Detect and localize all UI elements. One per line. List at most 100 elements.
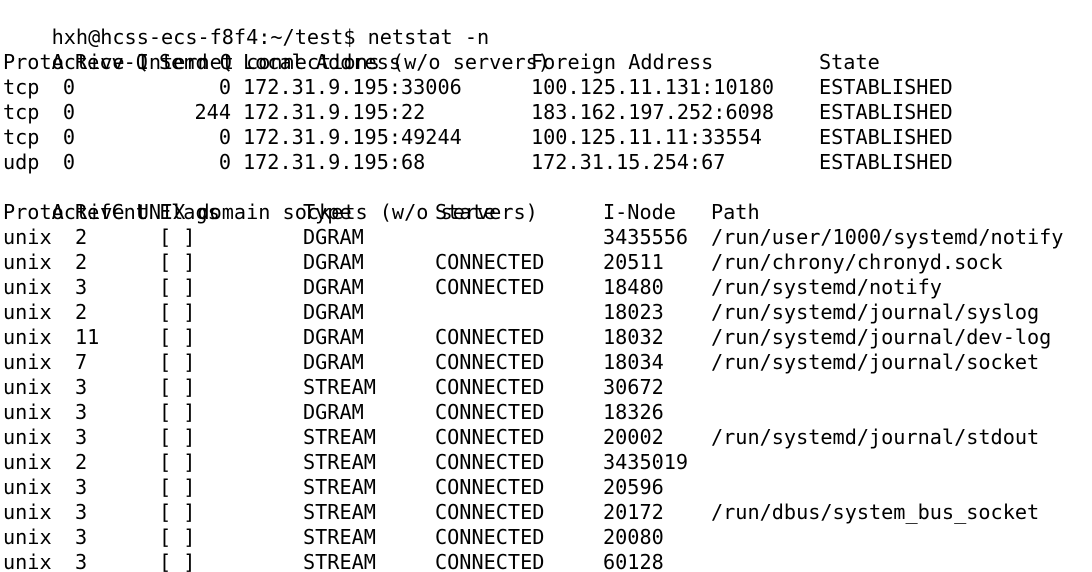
unix-socket-list: unix 2 [ ] DGRAM 3435556/run/user/1000/syste… <box>3 225 1092 572</box>
unix-proto-cell: unix <box>3 500 52 524</box>
unix-header-refcnt: RefCnt <box>75 200 148 224</box>
inet-header-proto: Proto <box>3 50 64 74</box>
unix-type-cell: STREAM <box>303 525 376 549</box>
inet-state-cell: ESTABLISHED <box>819 100 953 124</box>
unix-refcnt-cell: 7 <box>75 350 88 374</box>
unix-type-cell: STREAM <box>303 550 376 572</box>
unix-inode-cell: 20596 <box>603 475 664 499</box>
unix-proto-cell: unix <box>3 250 52 274</box>
unix-proto-cell: unix <box>3 525 52 549</box>
unix-socket-row: unix 2 [ ] DGRAM CONNECTED 20511/run/chrony/c… <box>3 250 1092 275</box>
terminal-window[interactable]: hxh@hcss-ecs-f8f4:~/test$ netstat -n Act… <box>0 0 1092 572</box>
unix-state-cell: CONNECTED <box>435 425 545 449</box>
unix-state-cell: CONNECTED <box>435 500 545 524</box>
unix-flags-cell: [ ] <box>159 275 196 299</box>
inet-local-address-cell: 172.31.9.195:33006 <box>243 75 462 99</box>
unix-socket-row: unix 3 [ ] DGRAM CONNECTED 18480/run/systemd/… <box>3 275 1092 300</box>
unix-socket-row: unix 3 [ ] STREAM CONNECTED 20080 <box>3 525 1092 550</box>
unix-inode-cell: 18032 <box>603 325 664 349</box>
unix-path-cell: /run/chrony/chronyd.sock <box>711 250 1003 274</box>
unix-flags-cell: [ ] <box>159 500 196 524</box>
unix-inode-cell: 20511 <box>603 250 664 274</box>
inet-local-address-cell: 172.31.9.195:22 <box>243 100 426 124</box>
unix-type-cell: DGRAM <box>303 300 364 324</box>
inet-connection-list: tcp 0 0 172.31.9.195:33006 100.125.11.131:10… <box>3 75 1092 175</box>
unix-state-cell: CONNECTED <box>435 375 545 399</box>
unix-state-cell: CONNECTED <box>435 525 545 549</box>
unix-flags-cell: [ ] <box>159 400 196 424</box>
unix-flags-cell: [ ] <box>159 250 196 274</box>
unix-flags-cell: [ ] <box>159 525 196 549</box>
unix-inode-cell: 20002 <box>603 425 664 449</box>
unix-flags-cell: [ ] <box>159 450 196 474</box>
unix-proto-cell: unix <box>3 550 52 572</box>
unix-refcnt-cell: 3 <box>75 425 88 449</box>
unix-header-flags: Flags <box>159 200 220 224</box>
unix-path-cell: /run/systemd/notify <box>711 275 942 299</box>
inet-foreign-address-cell: 100.125.11.131:10180 <box>531 75 775 99</box>
inet-state-cell: ESTABLISHED <box>819 150 953 174</box>
inet-foreign-address-cell: 172.31.15.254:67 <box>531 150 726 174</box>
unix-state-cell: CONNECTED <box>435 450 545 474</box>
unix-refcnt-cell: 3 <box>75 375 88 399</box>
inet-header-foreign-address: Foreign Address <box>531 50 714 74</box>
unix-flags-cell: [ ] <box>159 350 196 374</box>
inet-foreign-address-cell: 183.162.197.252:6098 <box>531 100 775 124</box>
unix-path-cell: /run/systemd/journal/dev-log <box>711 325 1052 349</box>
unix-flags-cell: [ ] <box>159 225 196 249</box>
unix-proto-cell: unix <box>3 275 52 299</box>
unix-socket-row: unix 11 [ ] DGRAM CONNECTED 18032/run/systemd… <box>3 325 1092 350</box>
inet-header-recvq: Recv-Q <box>75 50 148 74</box>
unix-refcnt-cell: 2 <box>75 250 88 274</box>
unix-socket-row: unix 3 [ ] STREAM CONNECTED 30672 <box>3 375 1092 400</box>
inet-state-cell: ESTABLISHED <box>819 75 953 99</box>
unix-header-state: State <box>435 200 496 224</box>
unix-type-cell: DGRAM <box>303 225 364 249</box>
unix-flags-cell: [ ] <box>159 475 196 499</box>
inet-section-heading: Active Internet connections (w/o servers… <box>3 25 1092 74</box>
unix-path-cell: /run/systemd/journal/socket <box>711 350 1040 374</box>
unix-proto-cell: unix <box>3 300 52 324</box>
inet-local-address-cell: 172.31.9.195:68 <box>243 150 426 174</box>
inet-sendq-cell: 0 <box>218 150 231 174</box>
unix-type-cell: DGRAM <box>303 275 364 299</box>
unix-refcnt-cell: 2 <box>75 300 88 324</box>
unix-state-cell: CONNECTED <box>435 400 545 424</box>
unix-state-cell: CONNECTED <box>435 325 545 349</box>
inet-recvq-cell: 0 <box>62 75 75 99</box>
unix-refcnt-cell: 2 <box>75 225 88 249</box>
unix-type-cell: DGRAM <box>303 250 364 274</box>
unix-inode-cell: 18023 <box>603 300 664 324</box>
inet-sendq-cell: 0 <box>218 125 231 149</box>
unix-type-cell: STREAM <box>303 375 376 399</box>
inet-header-row: Proto Recv-Q Send-Q Local Address Foreig… <box>3 50 1092 75</box>
inet-header-state: State <box>819 50 880 74</box>
unix-header-inode: I-Node <box>603 200 676 224</box>
unix-proto-cell: unix <box>3 375 52 399</box>
unix-socket-row: unix 2 [ ] DGRAM 18023/run/systemd/journal/s… <box>3 300 1092 325</box>
unix-refcnt-cell: 3 <box>75 550 88 572</box>
unix-state-cell: CONNECTED <box>435 250 545 274</box>
inet-header-sendq: Send-Q <box>159 50 232 74</box>
inet-connection-row: tcp 0 0 172.31.9.195:49244 100.125.11.11:335… <box>3 125 1092 150</box>
unix-inode-cell: 30672 <box>603 375 664 399</box>
unix-header-row: Proto RefCnt Flags Type State I-Node Pat… <box>3 200 1092 225</box>
unix-refcnt-cell: 2 <box>75 450 88 474</box>
inet-state-cell: ESTABLISHED <box>819 125 953 149</box>
inet-local-address-cell: 172.31.9.195:49244 <box>243 125 462 149</box>
unix-path-cell: /run/systemd/journal/stdout <box>711 425 1040 449</box>
unix-refcnt-cell: 3 <box>75 525 88 549</box>
unix-type-cell: DGRAM <box>303 325 364 349</box>
inet-header-local-address: Local Address <box>243 50 402 74</box>
unix-proto-cell: unix <box>3 400 52 424</box>
unix-socket-row: unix 2 [ ] DGRAM 3435556/run/user/1000/syste… <box>3 225 1092 250</box>
unix-proto-cell: unix <box>3 425 52 449</box>
unix-type-cell: STREAM <box>303 500 376 524</box>
unix-socket-row: unix 3 [ ] STREAM CONNECTED 20002/run/systemd… <box>3 425 1092 450</box>
unix-refcnt-cell: 11 <box>75 325 100 349</box>
inet-recvq-cell: 0 <box>62 100 75 124</box>
unix-header-proto: Proto <box>3 200 64 224</box>
unix-path-cell: /run/systemd/journal/syslog <box>711 300 1040 324</box>
unix-state-cell: CONNECTED <box>435 350 545 374</box>
unix-state-cell: CONNECTED <box>435 550 545 572</box>
